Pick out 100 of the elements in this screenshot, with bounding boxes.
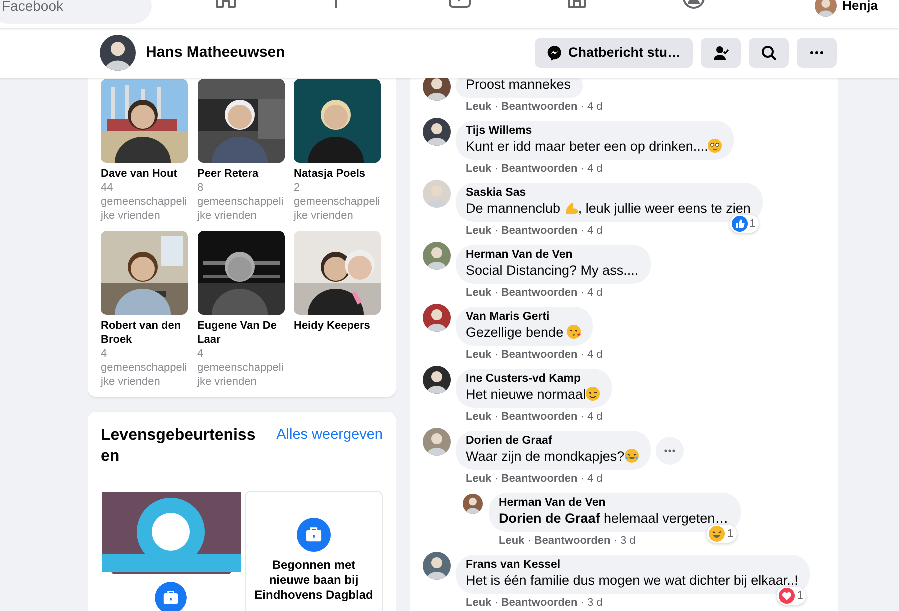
reply-link[interactable]: Beantwoorden — [501, 162, 578, 176]
reply-link[interactable]: Beantwoorden — [501, 596, 578, 610]
author-name[interactable]: Ine Custers-vd Kamp — [466, 373, 600, 386]
comment-text: Waar zijn de mondkapjes? — [466, 449, 625, 464]
reply-link[interactable]: Beantwoorden — [501, 410, 578, 424]
author-name[interactable]: Herman Van de Ven — [499, 497, 729, 510]
emoji-icon — [567, 325, 582, 339]
avatar — [463, 494, 483, 514]
avatar — [423, 78, 451, 101]
event-card[interactable]: Begonnen met nieuwe baan bij Eindhovens Dagblad — [245, 491, 383, 611]
mutual-label: gemeenschappelijke vrienden — [294, 195, 381, 223]
like-link[interactable]: Leuk — [466, 224, 492, 238]
profile-name: Hans Matheeuwsen — [146, 42, 286, 63]
separator: · — [494, 224, 498, 238]
mutual-count: 8 — [198, 181, 205, 195]
reply-link[interactable]: Beantwoorden — [501, 348, 578, 362]
mutual-label: gemeenschappelijke vrienden — [198, 361, 284, 389]
reply-link[interactable]: Beantwoorden — [501, 472, 578, 486]
search-button[interactable] — [749, 38, 789, 68]
friends-button[interactable] — [701, 38, 741, 68]
mutual-label: gemeenschappelijke vrienden — [101, 361, 188, 389]
comment-text: Kunt er idd maar beter een op drinken.... — [466, 139, 708, 154]
separator: · — [494, 596, 498, 610]
separator: · — [494, 410, 498, 424]
author-name[interactable]: Saskia Sas — [466, 187, 751, 200]
friend-name[interactable]: Eugene Van De Laar — [198, 319, 284, 347]
more-icon — [810, 51, 824, 55]
separator: · — [580, 596, 584, 610]
timestamp: 3 d — [587, 596, 603, 610]
account-name[interactable]: Henja — [842, 0, 878, 16]
separator: · — [494, 348, 498, 362]
avatar — [423, 242, 451, 270]
friend-name[interactable]: Natasja Poels — [294, 167, 381, 181]
person-check-icon — [713, 45, 729, 61]
search-field[interactable]: Facebook — [0, 0, 152, 24]
reaction-count: 1 — [750, 216, 756, 232]
separator: · — [580, 100, 584, 114]
author-name[interactable]: Tijs Willems — [466, 125, 722, 138]
author-name[interactable]: Dorien de Graaf — [466, 435, 639, 448]
mutual-count: 44 — [101, 181, 114, 195]
messenger-icon — [547, 45, 564, 61]
reaction-badge[interactable]: 1 — [777, 586, 806, 605]
like-link[interactable]: Leuk — [466, 472, 492, 486]
separator: · — [494, 162, 498, 176]
separator: · — [494, 100, 498, 114]
comment-text: Gezellige bende — [466, 325, 565, 340]
timestamp: 4 d — [587, 410, 603, 424]
like-link[interactable]: Leuk — [466, 596, 492, 610]
reply-link[interactable]: Beantwoorden — [501, 286, 578, 300]
section-title: Levensgebeurtenissen — [101, 426, 257, 467]
profile-avatar — [100, 35, 136, 71]
reaction-badge[interactable]: 1 — [707, 524, 737, 543]
show-all-link[interactable]: Alles weergeven — [276, 425, 383, 447]
reaction-badge[interactable]: 1 — [730, 214, 759, 233]
mutual-count: 2 — [294, 181, 302, 195]
author-name[interactable]: Frans van Kessel — [466, 559, 798, 572]
like-link[interactable]: Leuk — [466, 162, 492, 176]
friend-name[interactable]: Robert van den Broek — [101, 319, 188, 347]
timestamp: 4 d — [587, 286, 603, 300]
friend-name[interactable]: Heidy Keepers — [294, 319, 381, 333]
timestamp: 4 d — [587, 162, 603, 176]
timestamp: 4 d — [587, 348, 603, 362]
like-link[interactable]: Leuk — [466, 410, 492, 424]
separator: · — [580, 224, 584, 238]
friend-name[interactable]: Peer Retera — [198, 167, 284, 181]
like-link[interactable]: Leuk — [466, 100, 492, 114]
reply-link[interactable]: Beantwoorden — [534, 534, 611, 548]
separator: · — [580, 410, 584, 424]
like-link[interactable]: Leuk — [499, 534, 525, 548]
friend-name[interactable]: Dave van Hout — [101, 167, 188, 181]
timestamp: 3 d — [620, 534, 636, 548]
separator: · — [494, 472, 498, 486]
like-link[interactable]: Leuk — [466, 348, 492, 362]
emoji-icon — [624, 449, 639, 463]
separator: · — [580, 286, 584, 300]
mutual-label: gemeenschappelijke vrienden — [198, 195, 284, 223]
comment-text: Het is één familie dus mogen we wat dichter bij elkaar..! — [466, 573, 798, 588]
author-name[interactable]: Herman Van de Ven — [466, 249, 639, 262]
comment-text: , leuk jullie weer eens te zien — [578, 201, 751, 216]
event-card[interactable] — [101, 491, 240, 611]
emoji-icon — [564, 201, 578, 215]
separator: · — [494, 286, 498, 300]
briefcase-icon — [297, 518, 331, 552]
emoji-icon — [586, 387, 600, 401]
reply-link[interactable]: Beantwoorden — [501, 224, 578, 238]
comment-text: Dorien de Graaf helemaal vergeten… — [499, 511, 729, 526]
avatar — [423, 552, 451, 580]
reaction-count: 1 — [727, 526, 734, 542]
reply-link[interactable]: Beantwoorden — [501, 100, 578, 114]
message-button[interactable]: Chatbericht stu… — [535, 38, 693, 68]
comment-text: Proost mannekes — [466, 78, 572, 92]
comment-text: Het nieuwe normaal — [466, 387, 586, 402]
avatar — [423, 118, 451, 146]
author-name[interactable]: Van Maris Gerti — [466, 311, 582, 324]
like-link[interactable]: Leuk — [466, 286, 492, 300]
search-icon — [761, 45, 777, 61]
separator: · — [580, 472, 584, 486]
separator: · — [614, 534, 618, 548]
timestamp: 4 d — [587, 472, 603, 486]
reaction-count: 1 — [797, 588, 804, 604]
